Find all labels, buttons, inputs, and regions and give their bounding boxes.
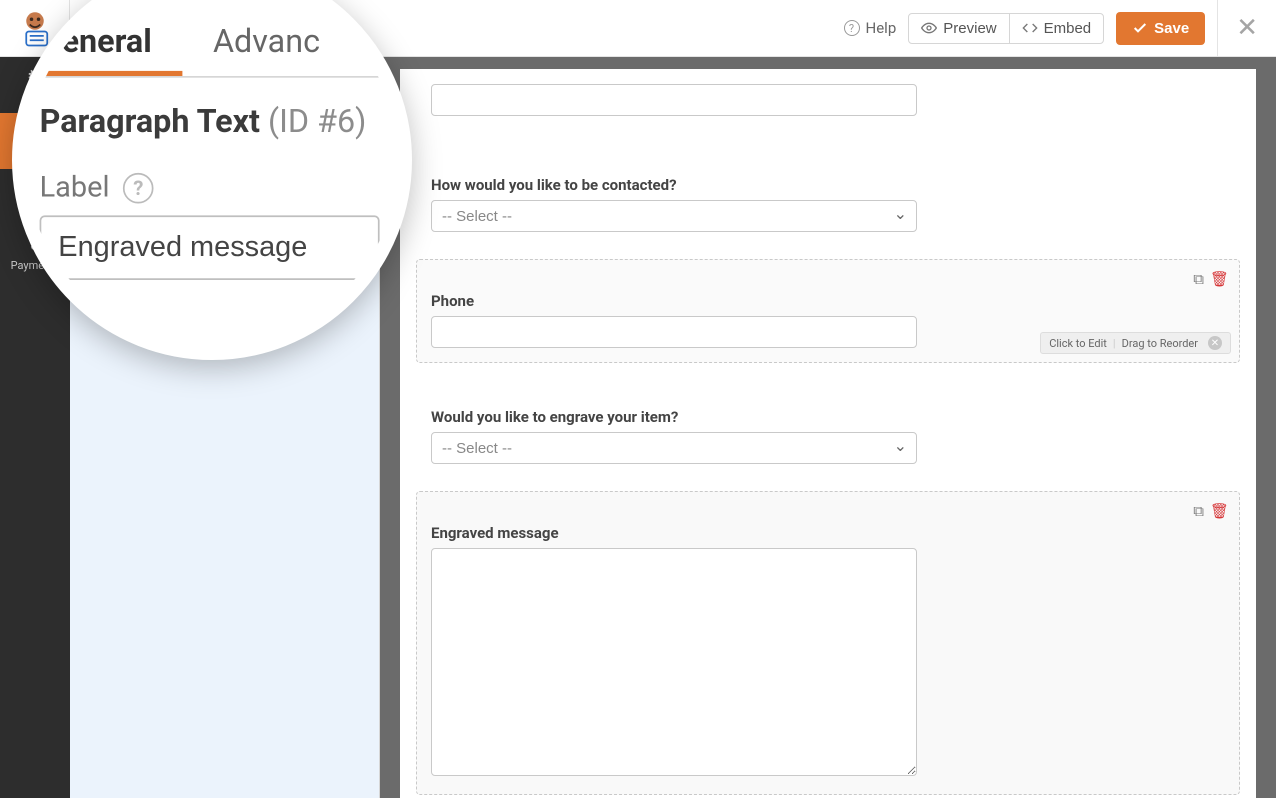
lens-field-type: Paragraph Text (ID #6) (40, 102, 412, 141)
tooltip-close-icon[interactable]: ✕ (1208, 336, 1222, 350)
field-label: How would you like to be contacted? (431, 176, 1225, 194)
check-icon (1132, 20, 1148, 36)
select-input[interactable]: -- Select -- (431, 432, 917, 464)
save-button[interactable]: Save (1116, 12, 1205, 45)
form-field-engraved-message[interactable]: ⧉ 🗑 Engraved message (416, 491, 1240, 795)
preview-button[interactable]: Preview (908, 13, 1009, 44)
duplicate-icon[interactable]: ⧉ (1193, 502, 1204, 520)
save-label: Save (1154, 20, 1189, 37)
form-canvas: How would you like to be contacted? -- S… (380, 57, 1276, 798)
embed-label: Embed (1044, 20, 1092, 37)
field-hover-tooltip: Click to Edit | Drag to Reorder ✕ (1040, 332, 1231, 354)
help-icon: ? (123, 173, 154, 204)
tooltip-edit: Click to Edit (1049, 337, 1107, 350)
form-field[interactable]: How would you like to be contacted? -- S… (416, 143, 1240, 247)
text-input[interactable] (431, 316, 917, 348)
embed-button[interactable]: Embed (1009, 13, 1105, 44)
help-link[interactable]: ? Help (844, 19, 897, 37)
trash-icon[interactable]: 🗑 (1210, 270, 1229, 288)
eye-icon (921, 20, 937, 36)
form-field[interactable]: Would you like to engrave your item? -- … (416, 375, 1240, 479)
lens-tab-advanced: Advanc (182, 11, 350, 76)
field-label: Phone (431, 292, 1225, 310)
help-icon: ? (844, 20, 860, 36)
close-icon: ✕ (1236, 13, 1258, 43)
lens-tab-general: General (12, 11, 182, 76)
select-input[interactable]: -- Select -- (431, 200, 917, 232)
form-field[interactable] (416, 69, 1240, 131)
lens-label-heading: Label (40, 171, 110, 205)
code-icon (1022, 20, 1038, 36)
form-field-phone[interactable]: ⧉ 🗑 Phone Click to Edit | Drag to Reorde… (416, 259, 1240, 363)
textarea-input[interactable] (431, 548, 917, 776)
help-label: Help (866, 19, 897, 37)
trash-icon[interactable]: 🗑 (1210, 502, 1229, 520)
lens-label-input (40, 215, 380, 280)
tooltip-drag: Drag to Reorder (1122, 337, 1198, 350)
preview-label: Preview (943, 20, 996, 37)
duplicate-icon[interactable]: ⧉ (1193, 270, 1204, 288)
close-button[interactable]: ✕ (1217, 0, 1258, 56)
preview-embed-group: Preview Embed (908, 13, 1104, 44)
field-label: Engraved message (431, 524, 1225, 542)
text-input[interactable] (431, 84, 917, 116)
field-label: Would you like to engrave your item? (431, 408, 1225, 426)
